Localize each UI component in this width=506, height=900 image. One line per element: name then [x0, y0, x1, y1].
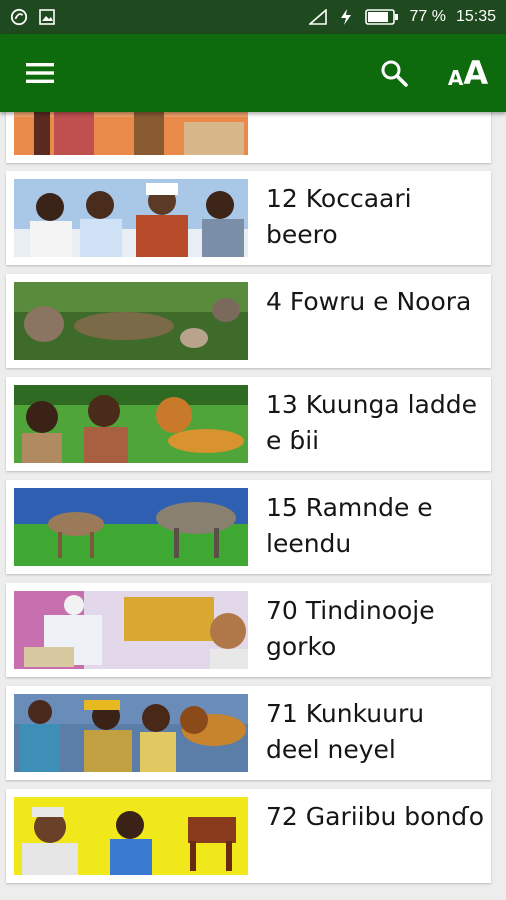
hamburger-menu-icon [26, 63, 54, 83]
search-icon [381, 60, 408, 87]
app-toolbar: AA [0, 34, 506, 112]
font-size-icon: AA [447, 54, 489, 92]
list-item[interactable] [6, 112, 491, 163]
thumbnail-image [14, 694, 248, 772]
font-size-button[interactable]: AA [440, 34, 496, 112]
battery-icon [365, 8, 399, 26]
thumbnail-image [14, 591, 248, 669]
item-title: 15 Ramnde e leendu [266, 493, 433, 558]
item-title: 70 Tindinooje gorko [266, 596, 435, 661]
status-bar: 77 % 15:35 [0, 0, 506, 34]
search-button[interactable] [370, 34, 418, 112]
clock: 15:35 [455, 8, 496, 25]
signal-icon [309, 8, 328, 26]
list-item[interactable]: 15 Ramnde e leendu [6, 480, 491, 574]
item-title: 71 Kunkuuru deel neyel [266, 699, 425, 764]
thumbnail-image [14, 179, 248, 257]
item-title: 72 Gariibu bonɗo [266, 802, 484, 831]
thumbnail-image [14, 385, 248, 463]
list-item[interactable]: 13 Kuunga ladde e ɓii [6, 377, 491, 471]
list-item[interactable]: 4 Fowru e Noora [6, 274, 491, 368]
thumbnail-image [14, 112, 248, 155]
battery-percent: 77 % [409, 8, 446, 25]
thumbnail-image [14, 797, 248, 875]
list-item[interactable]: 12 Koccaari beero [6, 171, 491, 265]
image-notification-icon [38, 8, 56, 26]
list-item[interactable]: 70 Tindinooje gorko [6, 583, 491, 677]
thumbnail-image [14, 282, 248, 360]
story-list: 12 Koccaari beero 4 Fowru e Noora 13 Kuu… [0, 112, 506, 900]
list-item[interactable]: 72 Gariibu bonɗo [6, 789, 491, 883]
charging-icon [337, 8, 355, 26]
list-item[interactable]: 71 Kunkuuru deel neyel [6, 686, 491, 780]
status-right: 77 % 15:35 [309, 8, 496, 26]
item-title: 13 Kuunga ladde e ɓii [266, 390, 477, 455]
thumbnail-image [14, 488, 248, 566]
status-left [10, 8, 56, 26]
app-notification-icon [10, 8, 28, 26]
menu-button[interactable] [14, 34, 66, 112]
item-title: 4 Fowru e Noora [266, 287, 472, 316]
item-title: 12 Koccaari beero [266, 184, 412, 249]
